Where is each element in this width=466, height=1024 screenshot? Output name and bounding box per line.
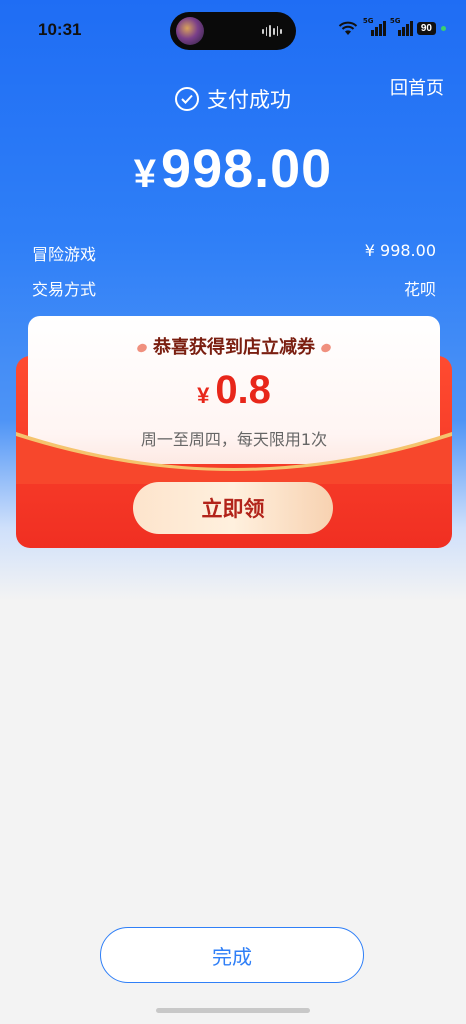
detail-label: 冒险游戏 — [32, 245, 97, 264]
wifi-icon — [338, 21, 358, 35]
claim-coupon-button[interactable]: 立即领 — [133, 482, 333, 534]
dynamic-island[interactable] — [170, 12, 296, 50]
amount-value: 998.00 — [161, 139, 333, 199]
privacy-indicator-icon — [441, 25, 446, 31]
coupon-amount: 0.8 — [215, 368, 271, 412]
detail-row-payment-method: 交易方式 花呗 — [32, 276, 436, 300]
decoration-icon — [135, 342, 149, 354]
battery-icon: 90 — [416, 21, 436, 35]
currency-symbol: ¥ — [197, 383, 210, 408]
detail-value: 花呗 — [403, 280, 436, 299]
audio-waveform-icon — [262, 25, 283, 37]
status-icons: 5G 5G 90 — [338, 17, 446, 36]
coupon-usage-rule: 周一至周四，每天限用1次 — [140, 430, 328, 449]
detail-value: ¥ 998.00 — [364, 241, 436, 260]
decoration-icon — [319, 342, 333, 354]
coupon-card: 恭喜获得到店立减券 ¥0.8 周一至周四，每天限用1次 立即领 — [16, 316, 452, 548]
payment-status: 支付成功 — [0, 84, 466, 114]
signal-strength-icon: 5G — [363, 17, 386, 36]
payment-status-text: 支付成功 — [207, 88, 291, 112]
coupon-title: 恭喜获得到店立减券 — [16, 333, 452, 359]
currency-symbol: ¥ — [133, 152, 158, 196]
check-circle-icon — [175, 87, 199, 111]
now-playing-artwork-icon — [176, 17, 204, 45]
home-indicator[interactable] — [156, 1008, 310, 1013]
status-bar: 10:31 5G 5G 90 — [0, 0, 466, 60]
coupon-value: ¥0.8 — [16, 368, 452, 413]
detail-row-product: 冒险游戏 ¥ 998.00 — [32, 241, 436, 265]
detail-label: 交易方式 — [32, 280, 97, 299]
signal-strength-icon: 5G — [390, 17, 413, 36]
paid-amount: ¥998.00 — [0, 138, 466, 200]
status-time: 10:31 — [38, 20, 82, 39]
done-button[interactable]: 完成 — [100, 927, 364, 983]
